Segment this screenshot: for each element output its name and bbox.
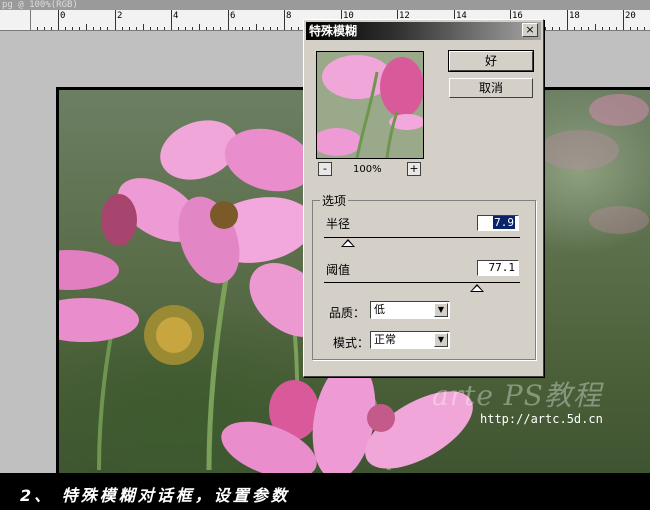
mode-label: 模式： [333, 336, 370, 350]
ruler-tick [171, 10, 172, 30]
ruler-tick [192, 27, 193, 30]
ruler-tick [136, 27, 137, 30]
preview-image [317, 52, 423, 158]
ruler-label: 4 [173, 11, 179, 21]
ruler-tick [206, 27, 207, 30]
caption-text: 2、 特殊模糊对话框，设置参数 [20, 486, 290, 505]
threshold-slider-track[interactable] [324, 282, 520, 283]
ruler-tick [65, 27, 66, 30]
threshold-slider-thumb[interactable] [470, 284, 484, 292]
radius-input[interactable]: 7.9 [477, 215, 519, 231]
ruler-tick [235, 27, 236, 30]
ruler-tick [552, 27, 553, 30]
watermark-brand: arte PS教程 [432, 379, 602, 412]
ruler-tick [213, 27, 214, 30]
mode-select[interactable]: 正常 ▼ [370, 331, 450, 349]
ruler-tick [574, 27, 575, 30]
ruler-tick [263, 27, 264, 30]
ruler-tick [298, 27, 299, 30]
ruler-tick [623, 10, 624, 30]
ruler-tick [86, 24, 87, 30]
ruler-tick [107, 27, 108, 30]
ruler-tick [595, 24, 596, 30]
ruler-tick [249, 27, 250, 30]
ruler-tick [602, 27, 603, 30]
document-title: pg @ 100%(RGB) [0, 0, 650, 10]
ruler-tick [228, 10, 229, 30]
ruler-tick [58, 10, 59, 30]
ruler-label: 18 [569, 11, 580, 21]
ruler-tick [559, 27, 560, 30]
ruler-tick [93, 27, 94, 30]
ruler-tick [616, 27, 617, 30]
chevron-down-icon[interactable]: ▼ [434, 333, 448, 347]
quality-value: 低 [374, 303, 385, 316]
close-icon[interactable]: × [522, 23, 538, 37]
chevron-down-icon[interactable]: ▼ [434, 303, 448, 317]
ruler-tick [630, 27, 631, 30]
ruler-tick [609, 27, 610, 30]
ruler-tick [291, 27, 292, 30]
options-group-label: 选项 [320, 192, 349, 209]
ruler-tick [588, 27, 589, 30]
ruler-tick [581, 27, 582, 30]
radius-slider-thumb[interactable] [341, 239, 355, 247]
ok-button[interactable]: 好 [448, 50, 534, 72]
threshold-label: 阈值 [326, 263, 351, 277]
ruler-tick [644, 27, 645, 30]
ruler-label: 0 [60, 11, 66, 21]
ruler-tick [277, 27, 278, 30]
ruler-tick [44, 27, 45, 30]
ruler-tick [150, 27, 151, 30]
zoom-level: 100% [353, 164, 382, 175]
cancel-button[interactable]: 取消 [449, 78, 533, 98]
zoom-out-button[interactable]: - [318, 162, 332, 176]
quality-label: 品质： [329, 306, 366, 320]
ruler-label: 2 [117, 11, 123, 21]
ruler-tick [37, 27, 38, 30]
ruler-label: 8 [286, 11, 292, 21]
ruler-label: 20 [625, 11, 636, 21]
ruler-tick [220, 27, 221, 30]
dialog-title[interactable]: 特殊模糊 [306, 22, 541, 40]
ruler-tick [567, 10, 568, 30]
ruler-tick [115, 10, 116, 30]
ruler-tick [199, 24, 200, 30]
ruler-tick [185, 27, 186, 30]
ruler-corner [0, 10, 31, 30]
ruler-tick [637, 27, 638, 30]
ruler-tick [143, 24, 144, 30]
ruler-tick [122, 27, 123, 30]
ruler-tick [100, 27, 101, 30]
ruler-tick [129, 27, 130, 30]
ruler-tick [256, 24, 257, 30]
ruler-label: 6 [230, 11, 236, 21]
radius-value: 7.9 [493, 216, 515, 229]
threshold-input[interactable]: 77.1 [477, 260, 519, 276]
ruler-tick [284, 10, 285, 30]
watermark-url: http://artc.5d.cn [480, 412, 603, 426]
ruler-tick [157, 27, 158, 30]
ruler-tick [79, 27, 80, 30]
ruler-tick [242, 27, 243, 30]
special-blur-dialog: 特殊模糊 × - 100% + 好 取消 选项 半径 7.9 阈值 77.1 品… [303, 19, 544, 377]
preview-thumbnail[interactable] [316, 51, 424, 159]
mode-value: 正常 [374, 333, 396, 346]
ruler-tick [270, 27, 271, 30]
radius-label: 半径 [326, 217, 351, 231]
ruler-tick [72, 27, 73, 30]
ruler-tick [545, 27, 546, 30]
radius-slider-track[interactable] [324, 237, 520, 238]
ruler-tick [164, 27, 165, 30]
ruler-tick [178, 27, 179, 30]
zoom-in-button[interactable]: + [407, 162, 421, 176]
ruler-tick [51, 27, 52, 30]
quality-select[interactable]: 低 ▼ [370, 301, 450, 319]
